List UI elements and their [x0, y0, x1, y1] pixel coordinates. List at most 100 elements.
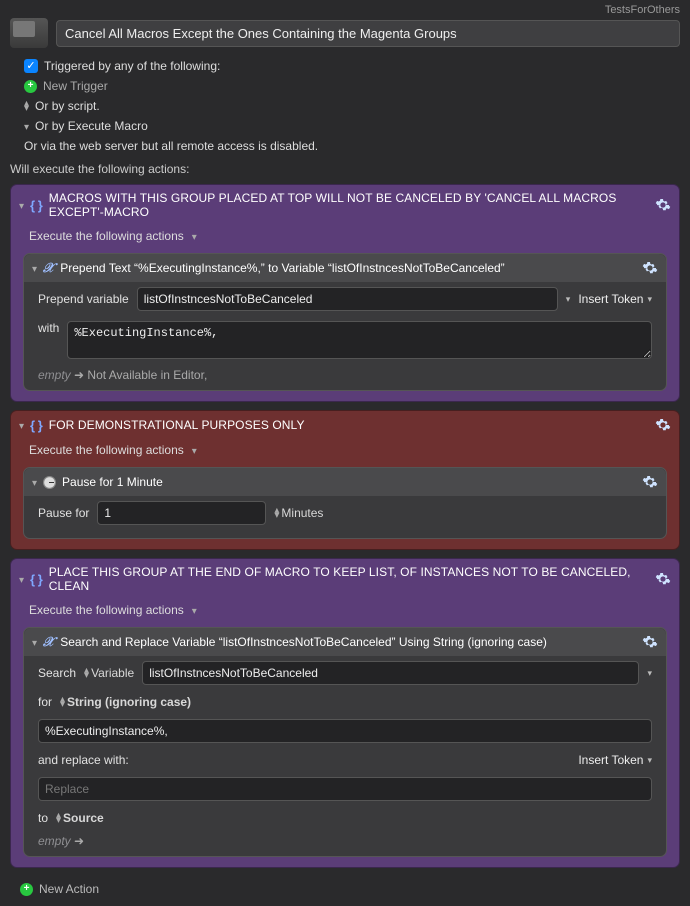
for-mode-row: for ▴▾ String (ignoring case) [24, 690, 666, 714]
group-title: MACROS WITH THIS GROUP PLACED AT TOP WIL… [49, 191, 649, 219]
replace-value-row [24, 772, 666, 806]
empty-note: empty ➜ [24, 830, 666, 848]
prepend-variable-row: Prepend variable ▾ Insert Token▾ [24, 282, 666, 316]
prepend-variable-label: Prepend variable [38, 292, 129, 306]
replace-with-label: and replace with: [38, 753, 129, 767]
updown-icon: ▴▾ [274, 508, 279, 518]
for-mode-select[interactable]: ▴▾ String (ignoring case) [60, 695, 191, 709]
for-mode-label: String (ignoring case) [67, 695, 191, 709]
macro-title-input[interactable] [56, 20, 680, 47]
search-type-select[interactable]: ▴▾ Variable [84, 666, 134, 680]
gear-icon[interactable] [642, 260, 658, 276]
with-input[interactable] [67, 321, 652, 359]
chevron-down-icon[interactable]: ▾ [647, 668, 652, 679]
execute-actions-row[interactable]: Execute the following actions [11, 599, 679, 623]
triggered-by-label: Triggered by any of the following: [44, 59, 220, 73]
disclosure-icon[interactable] [19, 418, 24, 432]
pause-for-row: Pause for ▴▾ Minutes [24, 496, 666, 530]
chevron-down-icon[interactable] [192, 229, 197, 243]
empty-note: empty ➜ Not Available in Editor, [24, 364, 666, 382]
action-group[interactable]: { } MACROS WITH THIS GROUP PLACED AT TOP… [10, 184, 680, 402]
clock-icon [43, 476, 56, 489]
gear-icon[interactable] [655, 571, 671, 587]
macro-title-row [0, 18, 690, 56]
search-replace-action[interactable]: 𝒳 Search and Replace Variable “listOfIns… [23, 627, 667, 857]
updown-icon: ▴▾ [60, 697, 65, 707]
braces-icon: { } [30, 572, 43, 587]
new-trigger-label: New Trigger [43, 79, 108, 93]
group-header[interactable]: { } MACROS WITH THIS GROUP PLACED AT TOP… [11, 185, 679, 225]
action-title: Prepend Text “%ExecutingInstance%,” to V… [60, 261, 636, 275]
variable-icon: 𝒳 [43, 634, 54, 650]
execute-actions-label: Execute the following actions [29, 443, 184, 457]
chevron-down-icon[interactable]: ▾ [566, 294, 571, 305]
search-variable-input[interactable] [142, 661, 639, 685]
updown-icon: ▴▾ [56, 813, 61, 823]
triggered-checkbox[interactable]: ✓ [24, 59, 38, 73]
gear-icon[interactable] [642, 634, 658, 650]
new-trigger-row[interactable]: + New Trigger [10, 76, 680, 96]
gear-icon[interactable] [655, 417, 671, 433]
braces-icon: { } [30, 418, 43, 433]
pause-unit-select[interactable]: ▴▾ Minutes [274, 506, 323, 520]
execute-actions-label: Execute the following actions [29, 229, 184, 243]
by-execute-macro-label: Or by Execute Macro [35, 119, 148, 133]
disclosure-icon[interactable] [32, 261, 37, 275]
by-script-label: Or by script. [35, 99, 100, 113]
variable-icon: 𝒳 [43, 260, 54, 276]
execute-actions-row[interactable]: Execute the following actions [11, 225, 679, 249]
new-action-button[interactable]: + New Action [0, 876, 690, 906]
by-execute-macro-row[interactable]: Or by Execute Macro [10, 116, 680, 136]
chevron-down-icon[interactable] [192, 443, 197, 457]
with-label: with [38, 321, 59, 335]
search-label: Search [38, 666, 76, 680]
disclosure-icon[interactable] [19, 198, 24, 212]
group-header[interactable]: { } FOR DEMONSTRATIONAL PURPOSES ONLY [11, 411, 679, 439]
updown-icon: ▴▾ [24, 101, 29, 111]
pause-action[interactable]: Pause for 1 Minute Pause for ▴▾ Minutes [23, 467, 667, 539]
disclosure-icon[interactable] [32, 475, 37, 489]
action-group[interactable]: { } FOR DEMONSTRATIONAL PURPOSES ONLY Ex… [10, 410, 680, 550]
insert-token-button[interactable]: Insert Token▾ [578, 753, 652, 767]
via-web-label: Or via the web server but all remote acc… [24, 139, 318, 153]
prepend-variable-input[interactable] [137, 287, 558, 311]
action-title: Search and Replace Variable “listOfInstn… [60, 635, 636, 649]
updown-icon: ▴▾ [84, 668, 89, 678]
disclosure-icon[interactable] [32, 635, 37, 649]
braces-icon: { } [30, 198, 43, 213]
variable-word: Variable [91, 666, 134, 680]
macro-icon [10, 18, 48, 48]
triggered-by-row: ✓ Triggered by any of the following: [10, 56, 680, 76]
to-label: to [38, 811, 48, 825]
for-label: for [38, 695, 52, 709]
by-script-row[interactable]: ▴▾ Or by script. [10, 96, 680, 116]
gear-icon[interactable] [655, 197, 671, 213]
execute-actions-row[interactable]: Execute the following actions [11, 439, 679, 463]
empty-word: empty [38, 368, 71, 382]
insert-token-button[interactable]: Insert Token▾ [578, 292, 652, 306]
chevron-down-icon[interactable] [192, 603, 197, 617]
prepend-text-action[interactable]: 𝒳 Prepend Text “%ExecutingInstance%,” to… [23, 253, 667, 391]
gear-icon[interactable] [642, 474, 658, 490]
search-variable-row: Search ▴▾ Variable ▾ [24, 656, 666, 690]
group-title: PLACE THIS GROUP AT THE END OF MACRO TO … [49, 565, 649, 593]
action-header[interactable]: 𝒳 Search and Replace Variable “listOfIns… [24, 628, 666, 656]
plus-icon: + [24, 80, 37, 93]
via-web-row: Or via the web server but all remote acc… [10, 136, 680, 156]
for-value-input[interactable] [38, 719, 652, 743]
group-header[interactable]: { } PLACE THIS GROUP AT THE END OF MACRO… [11, 559, 679, 599]
trigger-section: ✓ Triggered by any of the following: + N… [0, 56, 690, 156]
to-target-select[interactable]: ▴▾ Source [56, 811, 104, 825]
chevron-down-icon [24, 119, 29, 133]
execute-actions-label: Execute the following actions [29, 603, 184, 617]
action-header[interactable]: 𝒳 Prepend Text “%ExecutingInstance%,” to… [24, 254, 666, 282]
empty-word: empty [38, 834, 71, 848]
replace-value-input[interactable] [38, 777, 652, 801]
pause-value-input[interactable] [97, 501, 266, 525]
to-target-label: Source [63, 811, 104, 825]
with-row: with [24, 316, 666, 364]
replace-label-row: and replace with: Insert Token▾ [24, 748, 666, 772]
disclosure-icon[interactable] [19, 572, 24, 586]
action-group[interactable]: { } PLACE THIS GROUP AT THE END OF MACRO… [10, 558, 680, 868]
action-header[interactable]: Pause for 1 Minute [24, 468, 666, 496]
